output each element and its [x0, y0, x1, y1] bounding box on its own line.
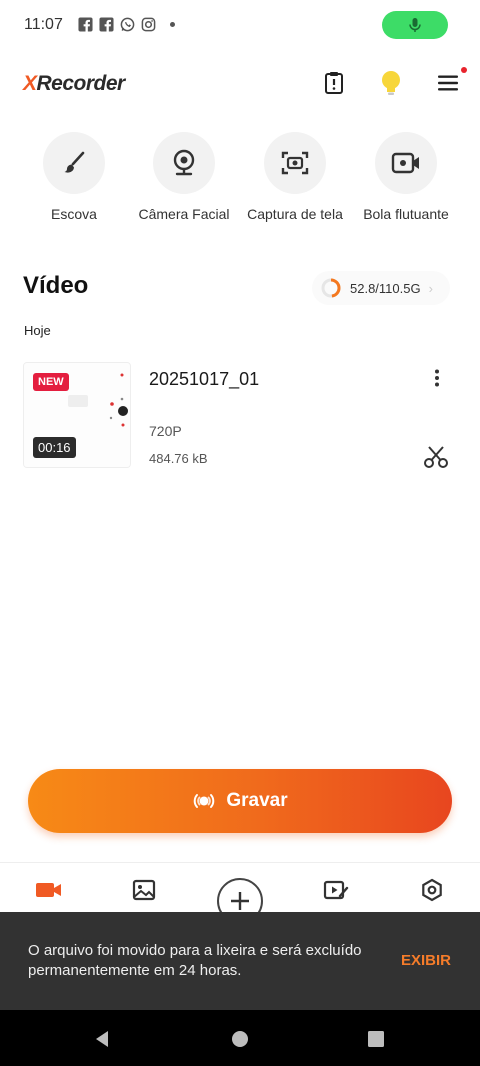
settings-tab-icon — [422, 878, 442, 902]
plus-icon — [231, 892, 249, 910]
tool-screenshot[interactable]: Captura de tela — [235, 132, 355, 222]
date-group-label: Hoje — [24, 323, 51, 338]
menu-icon — [438, 75, 458, 91]
record-button[interactable]: Gravar — [28, 769, 452, 833]
tips-button[interactable] — [376, 68, 406, 98]
tool-brush-circle — [43, 132, 105, 194]
nav-tab-settings[interactable] — [417, 877, 447, 903]
notification-dot — [461, 67, 467, 73]
instagram-icon — [141, 17, 156, 32]
video-resolution: 720P — [149, 423, 182, 439]
nav-tab-images[interactable] — [129, 877, 159, 903]
section-title: Vídeo — [23, 272, 89, 299]
system-navigation-bar — [0, 1010, 480, 1066]
home-icon[interactable] — [230, 1029, 250, 1049]
storage-indicator[interactable]: 52.8/110.5G › — [312, 271, 450, 305]
tool-facecam-circle — [153, 132, 215, 194]
tool-floating-ball[interactable]: Bola flutuante — [346, 132, 466, 222]
snackbar-view-button[interactable]: EXIBIR — [401, 952, 451, 969]
snackbar: O arquivo foi movido para a lixeira e se… — [0, 912, 480, 1010]
screenshot-icon — [281, 151, 309, 175]
tool-facecam-label: Câmera Facial — [138, 206, 230, 222]
facebook-icon — [99, 17, 114, 32]
floating-video-icon — [391, 152, 419, 174]
status-time: 11:07 — [24, 16, 63, 33]
lightbulb-icon — [382, 71, 400, 95]
tool-brush-label: Escova — [51, 206, 97, 222]
webcam-icon — [173, 149, 195, 176]
microphone-icon — [409, 18, 421, 32]
new-badge: NEW — [33, 373, 69, 391]
video-list-item[interactable]: NEW 00:16 20251017_01 720P 484.76 kB — [23, 362, 457, 468]
more-options-button[interactable] — [427, 368, 447, 388]
tools-row: Escova Câmera Facial Captura de tela Bol… — [0, 132, 480, 232]
tool-screenshot-label: Captura de tela — [247, 206, 343, 222]
dot-icon — [170, 22, 175, 27]
video-size: 484.76 kB — [149, 451, 208, 466]
menu-button[interactable] — [433, 67, 467, 98]
clipboard-alert-icon — [325, 72, 343, 94]
video-duration: 00:16 — [33, 437, 76, 458]
tool-floating-ball-label: Bola flutuante — [363, 206, 449, 222]
video-name: 20251017_01 — [149, 369, 260, 389]
tool-screenshot-circle — [264, 132, 326, 194]
image-tab-icon — [132, 879, 156, 901]
more-vertical-icon — [435, 369, 439, 387]
brush-icon — [64, 151, 85, 173]
whatsapp-icon — [120, 17, 135, 32]
record-label: Gravar — [226, 790, 288, 811]
mic-indicator-pill[interactable] — [382, 11, 448, 39]
tool-floating-ball-circle — [375, 132, 437, 194]
status-notification-icons — [78, 17, 175, 32]
video-thumbnail[interactable]: NEW 00:16 — [23, 362, 131, 468]
storage-text: 52.8/110.5G — [350, 280, 421, 296]
storage-ring-icon — [321, 278, 341, 298]
record-icon — [194, 794, 215, 808]
snackbar-message: O arquivo foi movido para a lixeira e se… — [28, 942, 362, 979]
nav-tab-video[interactable] — [34, 877, 64, 903]
clipboard-alert-button[interactable] — [319, 68, 349, 98]
status-bar: 11:07 — [0, 0, 480, 52]
recents-icon[interactable] — [366, 1029, 386, 1049]
app-header: XRecorder — [0, 60, 480, 108]
tool-facecam[interactable]: Câmera Facial — [124, 132, 244, 222]
nav-tab-edit[interactable] — [321, 877, 351, 903]
chevron-right-icon: › — [428, 280, 433, 296]
trim-button[interactable] — [423, 444, 449, 470]
back-icon[interactable] — [92, 1029, 112, 1049]
facebook-icon — [78, 17, 93, 32]
tool-brush[interactable]: Escova — [14, 132, 134, 222]
app-logo: XRecorder — [23, 72, 125, 95]
scissors-icon — [424, 446, 448, 468]
video-tab-icon — [36, 883, 61, 897]
edit-video-tab-icon — [323, 880, 349, 900]
